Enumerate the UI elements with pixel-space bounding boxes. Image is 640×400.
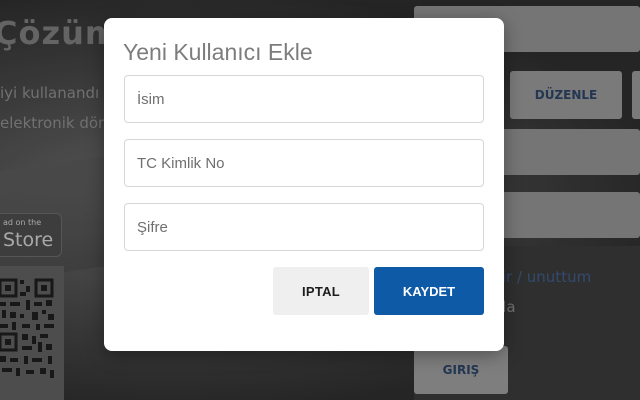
password-input[interactable] <box>124 203 484 251</box>
dialog-title: Yeni Kullanıcı Ekle <box>123 39 313 65</box>
cancel-button[interactable]: IPTAL <box>273 267 369 315</box>
tc-id-input[interactable] <box>124 139 484 187</box>
save-button[interactable]: KAYDET <box>374 267 484 315</box>
name-input[interactable] <box>124 75 484 123</box>
add-user-dialog: Yeni Kullanıcı Ekle IPTAL KAYDET <box>104 18 504 351</box>
